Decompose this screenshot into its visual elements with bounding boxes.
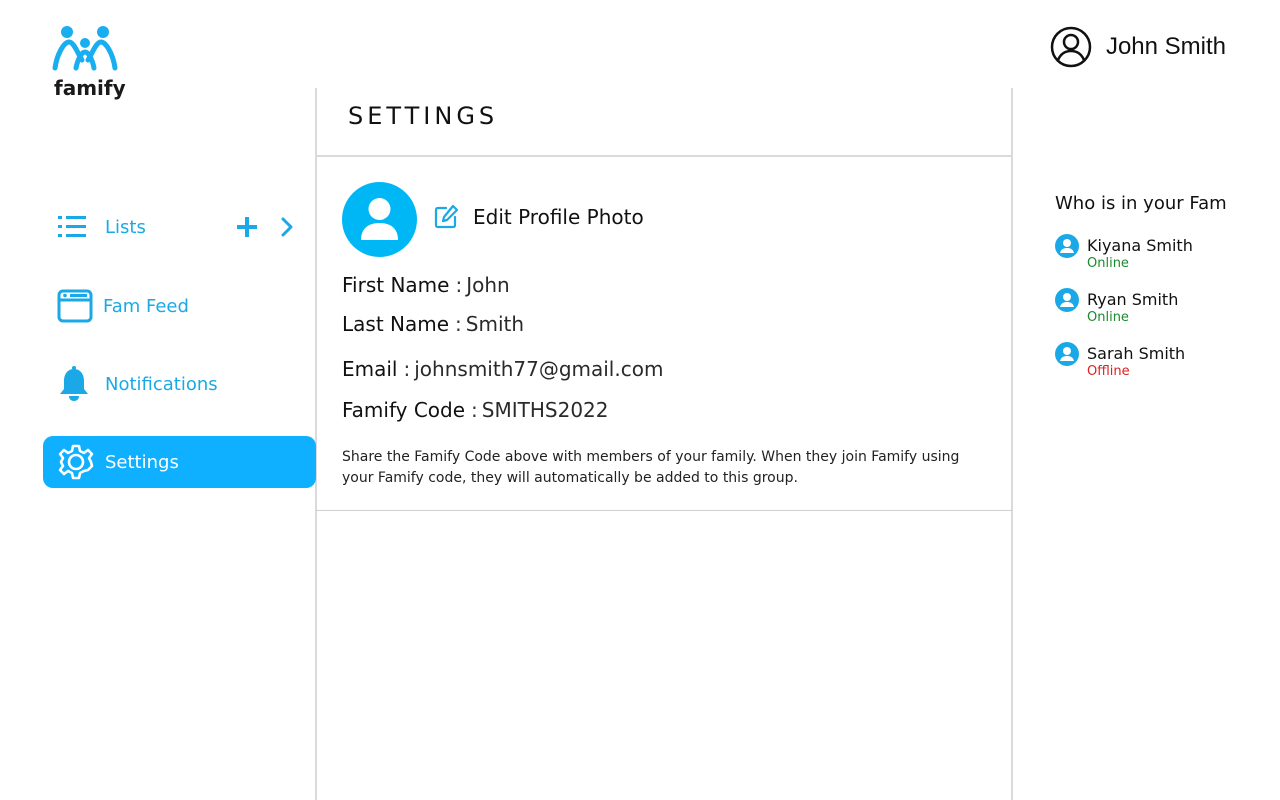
plus-icon[interactable] bbox=[236, 216, 258, 238]
field-label: Famify Code bbox=[342, 398, 466, 422]
browser-window-icon bbox=[57, 288, 93, 324]
divider-header bbox=[316, 155, 1012, 157]
sidebar-item-label: Fam Feed bbox=[103, 295, 189, 317]
sidebar-item-label: Lists bbox=[105, 216, 146, 238]
field-label: Email bbox=[342, 357, 398, 381]
edit-profile-photo-label: Edit Profile Photo bbox=[473, 205, 644, 229]
member-status: Online bbox=[1087, 256, 1129, 271]
field-value: John bbox=[466, 273, 510, 297]
field-value: johnsmith77@gmail.com bbox=[414, 357, 664, 381]
family-logo-icon bbox=[52, 26, 118, 71]
user-profile[interactable]: John Smith bbox=[1050, 26, 1226, 68]
famify-code-field: Famify Code: SMITHS2022 bbox=[342, 398, 609, 422]
member-status: Online bbox=[1087, 310, 1129, 325]
member-avatar-icon bbox=[1055, 342, 1079, 366]
fam-member[interactable]: Kiyana Smith Online bbox=[1055, 234, 1255, 278]
last-name-field: Last Name: Smith bbox=[342, 312, 524, 336]
edit-profile-photo-button[interactable]: Edit Profile Photo bbox=[433, 204, 644, 230]
bell-icon bbox=[57, 366, 91, 402]
field-label: First Name bbox=[342, 273, 450, 297]
first-name-field: First Name: John bbox=[342, 273, 510, 297]
page-title: SETTINGS bbox=[348, 102, 499, 130]
famify-logo[interactable]: famify bbox=[50, 24, 126, 104]
sidebar-item-label: Notifications bbox=[105, 373, 218, 395]
sidebar-item-notifications[interactable]: Notifications bbox=[43, 358, 316, 410]
field-separator: : bbox=[403, 357, 411, 381]
fam-member[interactable]: Ryan Smith Online bbox=[1055, 288, 1255, 332]
fam-member[interactable]: Sarah Smith Offline bbox=[1055, 342, 1255, 386]
member-avatar-icon bbox=[1055, 234, 1079, 258]
list-icon bbox=[57, 214, 87, 240]
field-separator: : bbox=[471, 398, 478, 422]
edit-icon bbox=[434, 204, 459, 229]
field-separator: : bbox=[455, 273, 463, 297]
member-status: Offline bbox=[1087, 364, 1130, 379]
user-circle-icon bbox=[1050, 26, 1092, 68]
sidebar-item-settings[interactable]: Settings bbox=[43, 436, 316, 488]
gear-icon bbox=[57, 443, 95, 481]
member-name: Ryan Smith bbox=[1087, 290, 1179, 309]
member-name: Sarah Smith bbox=[1087, 344, 1186, 363]
famify-code-note: Share the Famify Code above with members… bbox=[342, 449, 960, 486]
member-name: Kiyana Smith bbox=[1087, 236, 1193, 255]
logo-text: famify bbox=[54, 76, 126, 100]
field-separator: : bbox=[455, 312, 462, 336]
user-name: John Smith bbox=[1105, 33, 1226, 60]
sidebar-item-label: Settings bbox=[105, 451, 179, 473]
profile-avatar[interactable] bbox=[342, 182, 417, 257]
sidebar-item-fam-feed[interactable]: Fam Feed bbox=[43, 280, 316, 332]
chevron-right-icon[interactable] bbox=[280, 217, 294, 237]
member-avatar-icon bbox=[1055, 288, 1079, 312]
person-icon bbox=[361, 198, 398, 240]
email-field: Email: johnsmith77@gmail.com bbox=[342, 357, 663, 381]
field-label: Last Name bbox=[342, 312, 450, 336]
divider-content bbox=[316, 510, 1012, 511]
sidebar-item-lists[interactable]: Lists bbox=[43, 201, 316, 253]
field-value: SMITHS2022 bbox=[481, 398, 609, 422]
fam-members-title: Who is in your Fam bbox=[1055, 193, 1227, 214]
divider-right bbox=[1011, 88, 1013, 800]
field-value: Smith bbox=[465, 312, 525, 336]
